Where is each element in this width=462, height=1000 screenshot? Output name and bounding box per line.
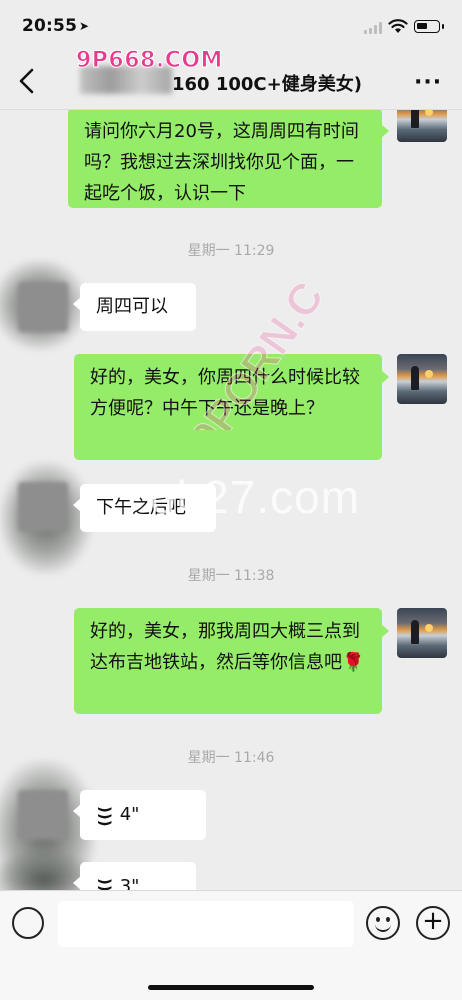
signal-icon <box>364 22 384 34</box>
voice-message[interactable]: ))) 4" <box>73 790 206 840</box>
message-text: 下午之后吧 <box>96 497 186 518</box>
plus-icon[interactable]: + <box>416 906 450 940</box>
watermark-logo: 9P668.COM <box>76 48 223 74</box>
home-indicator <box>148 985 314 990</box>
message-input[interactable] <box>58 901 354 947</box>
location-arrow-icon: ➤ <box>79 19 90 33</box>
battery-icon <box>414 20 444 33</box>
contact-avatar[interactable] <box>18 282 68 332</box>
voice-duration: 4" <box>119 804 140 825</box>
status-time: 20:55 <box>22 16 78 36</box>
wifi-icon <box>388 19 408 33</box>
contact-avatar[interactable] <box>18 482 68 532</box>
message-text: 好的，美女，那我周四大概三点到达布吉地铁站，然后等你信息吧🌹 <box>90 621 365 673</box>
message-list[interactable]: 请问你六月20号，这周周四有时间吗？我想过去深圳找你见个面，一起吃个饭，认识一下… <box>0 110 462 890</box>
voice-toggle-icon[interactable] <box>12 907 44 939</box>
input-bar: + <box>0 890 462 1000</box>
my-avatar[interactable] <box>397 110 447 142</box>
voice-wave-icon: ))) <box>96 806 114 827</box>
outgoing-message[interactable]: 好的，美女，你周四什么时候比较方便呢？中午下午还是晚上？ <box>74 354 389 460</box>
message-text: 好的，美女，你周四什么时候比较方便呢？中午下午还是晚上？ <box>90 367 360 419</box>
voice-message[interactable]: ))) 3" <box>73 862 196 890</box>
chat-title[interactable]: 160 100C+健身美女) <box>172 70 362 96</box>
status-bar: 20:55 ➤ <box>0 0 462 52</box>
message-text: 周四可以 <box>96 296 168 317</box>
incoming-message[interactable]: 下午之后吧 <box>73 484 216 532</box>
emoji-icon[interactable] <box>366 906 400 940</box>
contact-avatar[interactable] <box>18 790 68 840</box>
back-chevron-icon[interactable] <box>16 67 38 95</box>
chat-header: 160 100C+健身美女) 9P668.COM ··· <box>0 48 462 110</box>
timestamp: 星期一 11:38 <box>187 568 275 584</box>
timestamp: 星期一 11:29 <box>187 243 275 259</box>
my-avatar[interactable] <box>397 354 447 404</box>
more-icon[interactable]: ··· <box>414 70 442 95</box>
voice-wave-icon: ))) <box>96 878 114 890</box>
outgoing-message[interactable]: 好的，美女，那我周四大概三点到达布吉地铁站，然后等你信息吧🌹 <box>74 608 389 714</box>
voice-duration: 3" <box>119 876 140 890</box>
incoming-message[interactable]: 周四可以 <box>73 283 196 331</box>
my-avatar[interactable] <box>397 608 447 658</box>
message-text: 请问你六月20号，这周周四有时间吗？我想过去深圳找你见个面，一起吃个饭，认识一下 <box>84 121 359 204</box>
outgoing-message[interactable]: 请问你六月20号，这周周四有时间吗？我想过去深圳找你见个面，一起吃个饭，认识一下 <box>68 110 389 208</box>
